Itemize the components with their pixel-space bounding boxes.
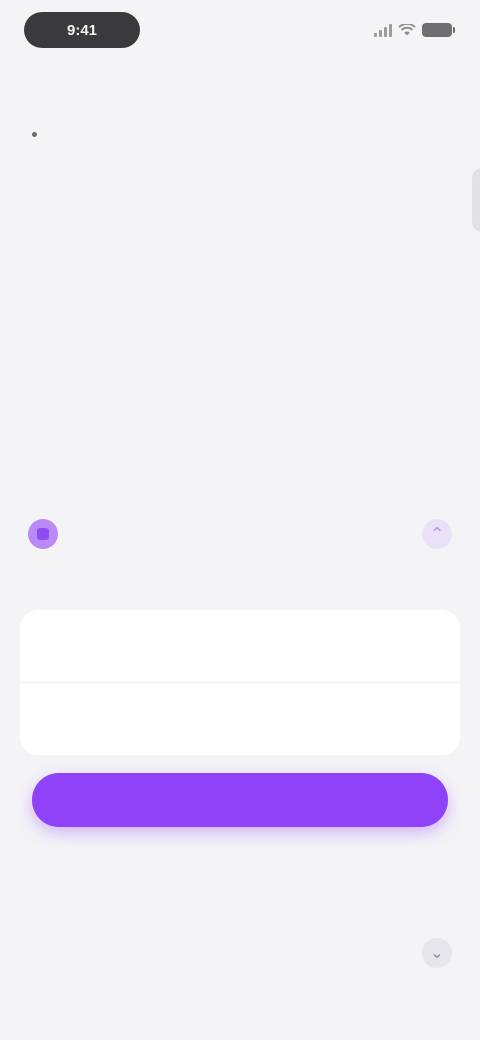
first-input[interactable] [46, 636, 434, 656]
signup-card: ⌃ [20, 504, 460, 827]
status-bar: 9:41 [0, 0, 480, 62]
first-field [20, 610, 460, 682]
cellular-signal-icon [374, 23, 392, 37]
signup-submit-button[interactable] [32, 773, 448, 827]
page: 9:41 ⌃ ⌄ [0, 0, 480, 1040]
status-time: 9:41 [24, 12, 140, 48]
footer-row[interactable]: ⌄ [32, 938, 452, 968]
second-field [20, 682, 460, 755]
footer: ⌄ [32, 924, 452, 968]
signup-header: ⌃ [20, 504, 460, 564]
status-icons [374, 20, 455, 40]
article-kicker [28, 80, 442, 98]
signup-form [20, 610, 460, 755]
edge-handle[interactable] [472, 168, 480, 232]
brand-logo-icon [28, 519, 58, 549]
signup-description [20, 564, 460, 570]
article [28, 80, 442, 137]
battery-icon [422, 23, 455, 37]
wifi-icon [398, 24, 416, 36]
chevron-up-icon[interactable]: ⌃ [422, 519, 452, 549]
second-input[interactable] [46, 709, 434, 729]
chevron-down-icon[interactable]: ⌄ [422, 938, 452, 968]
